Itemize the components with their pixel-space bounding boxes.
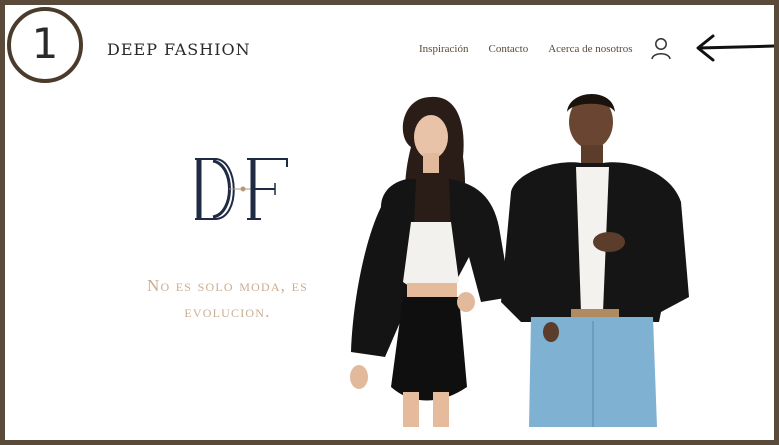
hero-image (350, 93, 689, 427)
model-man-figure (501, 93, 689, 427)
annotation-arrow-icon (696, 34, 774, 62)
brand-name[interactable]: DEEP FASHION (107, 40, 251, 59)
nav-item-acerca[interactable]: Acerca de nosotros (548, 43, 632, 55)
user-icon[interactable] (650, 37, 672, 61)
tagline-line-2: evolucion. (184, 302, 271, 321)
step-number: 1 (31, 19, 59, 68)
nav-item-inspiracion[interactable]: Inspiración (419, 43, 468, 55)
model-woman-figure (350, 96, 511, 427)
tagline-line-1: No es solo moda, es (146, 276, 308, 295)
browser-frame: 1 DEEP FASHION Inspiración Contacto Acer… (0, 0, 779, 445)
df-logo (195, 158, 288, 220)
nav-item-contacto[interactable]: Contacto (488, 43, 528, 55)
main-nav: Inspiración Contacto Acerca de nosotros (419, 43, 633, 55)
step-number-badge: 1 (7, 7, 83, 83)
hero-tagline: No es solo moda, es evolucion. (125, 273, 330, 325)
